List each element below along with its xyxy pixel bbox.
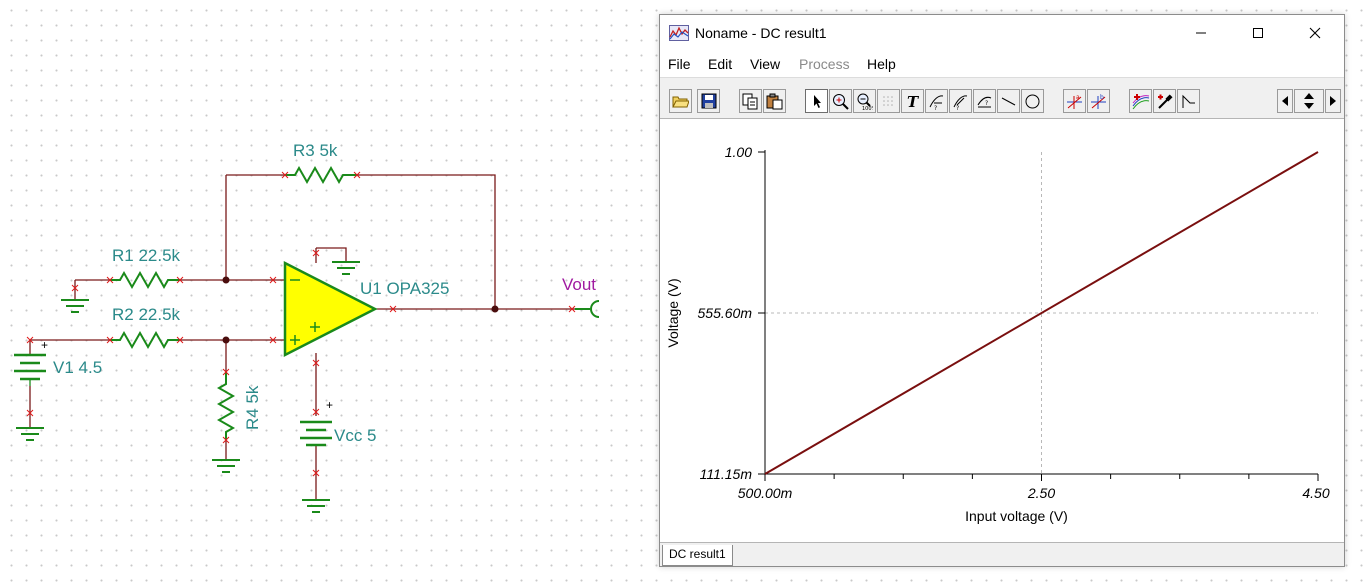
scroll-updown-button[interactable] <box>1294 89 1324 113</box>
circle-button[interactable] <box>1021 89 1044 113</box>
schematic-canvas[interactable]: + + R3 5k R1 22.5k R2 22.5k U1 OPA325 V1… <box>0 0 655 587</box>
r1-label: R1 22.5k <box>112 246 181 265</box>
minimize-button[interactable] <box>1172 15 1229 51</box>
grid-button[interactable] <box>877 89 900 113</box>
r3-label: R3 5k <box>293 141 338 160</box>
curve-add-button[interactable] <box>1129 89 1152 113</box>
svg-text:?: ? <box>934 105 937 110</box>
opamp-u1[interactable] <box>283 260 378 358</box>
pointer-icon <box>813 95 821 108</box>
resistor-r1[interactable] <box>110 270 180 290</box>
curve-add-icon <box>1132 93 1149 109</box>
vout-terminal[interactable] <box>575 300 600 318</box>
y-tick-label: 111.15m <box>700 466 753 482</box>
open-icon <box>672 96 689 107</box>
scroll-right-icon <box>1330 96 1336 106</box>
cursor-b-icon: b <box>1091 94 1106 109</box>
r2-label: R2 22.5k <box>112 305 181 324</box>
save-button[interactable] <box>697 89 720 113</box>
maximize-button[interactable] <box>1229 15 1286 51</box>
label-curve-button[interactable]: ? <box>925 89 948 113</box>
maximize-icon <box>1252 28 1263 38</box>
menu-bar: File Edit View Process Help <box>660 51 1344 77</box>
paste-button[interactable] <box>763 89 786 113</box>
x-tick-label: 4.50 <box>1302 485 1329 501</box>
close-button[interactable] <box>1286 15 1343 51</box>
battery-vcc[interactable] <box>300 420 332 447</box>
paste-icon <box>766 93 783 109</box>
text-icon: T <box>907 93 920 109</box>
u1-label: U1 OPA325 <box>360 279 449 298</box>
scroll-updown-icon <box>1304 93 1314 109</box>
resistor-r4[interactable] <box>216 372 236 440</box>
text-button[interactable]: T <box>901 89 924 113</box>
plot-area[interactable]: 500.00m 2.50 4.50 1.00 555.60m 111.15m Input v… <box>660 119 1344 542</box>
y-tick-label: 555.60m <box>698 305 753 321</box>
circle-icon <box>1025 94 1040 108</box>
waveform-icon <box>1182 94 1195 108</box>
svg-text:100%: 100% <box>862 106 873 110</box>
zoom-100-icon: 100% <box>857 93 873 110</box>
vout-label: Vout <box>562 275 596 294</box>
open-button[interactable] <box>669 89 692 113</box>
result-tab[interactable]: DC result1 <box>662 545 733 566</box>
label-curve-2-button[interactable]: ? <box>949 89 972 113</box>
scroll-left-button[interactable] <box>1277 89 1293 113</box>
resistor-r3[interactable] <box>285 165 357 185</box>
dc-chart[interactable]: 500.00m 2.50 4.50 1.00 555.60m 111.15m Input v… <box>660 119 1344 542</box>
toolbar: 100% T ? ? ? a b <box>660 77 1344 119</box>
menu-help[interactable]: Help <box>867 56 896 72</box>
svg-text:?: ? <box>956 105 959 110</box>
x-tick-label: 2.50 <box>1027 485 1055 501</box>
cursor-a-button[interactable]: a <box>1063 89 1086 113</box>
svg-text:+: + <box>41 338 48 352</box>
y-axis-label: Voltage (V) <box>665 278 681 347</box>
window-title: Noname - DC result1 <box>695 25 827 41</box>
x-axis-label: Input voltage (V) <box>965 508 1068 524</box>
scroll-right-button[interactable] <box>1325 89 1341 113</box>
zoom-100-button[interactable]: 100% <box>853 89 876 113</box>
label-axis-icon: ? <box>977 96 992 107</box>
scroll-left-icon <box>1282 96 1288 106</box>
zoom-in-icon <box>833 93 849 110</box>
svg-text:b: b <box>1100 94 1104 101</box>
vcc-label: Vcc 5 <box>334 426 377 445</box>
label-curve-icon: ? <box>929 94 944 110</box>
label-axis-button[interactable]: ? <box>973 89 996 113</box>
v1-label: V1 4.5 <box>53 358 102 377</box>
app-icon <box>669 25 689 41</box>
resistor-r2[interactable] <box>110 330 180 350</box>
title-bar[interactable]: Noname - DC result1 <box>660 15 1344 51</box>
copy-button[interactable] <box>739 89 762 113</box>
r4-label: R4 5k <box>243 385 262 430</box>
label-curve-2-icon: ? <box>953 94 968 110</box>
menu-file[interactable]: File <box>668 56 691 72</box>
cursor-a-icon: a <box>1067 94 1082 109</box>
color-picker-button[interactable] <box>1153 89 1176 113</box>
grid-icon <box>883 95 893 106</box>
x-tick-label: 500.00m <box>738 485 793 501</box>
svg-text:+: + <box>326 398 333 412</box>
status-bar: DC result1 <box>660 542 1344 566</box>
minimize-icon <box>1195 32 1206 34</box>
battery-v1[interactable] <box>14 353 46 386</box>
dc-result-window: Noname - DC result1 File Edit View Proce… <box>659 14 1345 567</box>
line-icon <box>1001 97 1016 105</box>
menu-process[interactable]: Process <box>799 56 850 72</box>
svg-text:?: ? <box>985 100 988 107</box>
svg-text:T: T <box>907 93 920 109</box>
zoom-in-button[interactable] <box>829 89 852 113</box>
menu-view[interactable]: View <box>750 56 780 72</box>
line-button[interactable] <box>997 89 1020 113</box>
close-icon <box>1309 27 1320 39</box>
svg-text:a: a <box>1076 94 1080 101</box>
save-icon <box>701 93 716 109</box>
copy-icon <box>742 93 758 109</box>
y-tick-label: 1.00 <box>725 144 752 160</box>
menu-edit[interactable]: Edit <box>708 56 732 72</box>
waveform-button[interactable] <box>1177 89 1200 113</box>
pointer-button[interactable] <box>805 89 828 113</box>
color-picker-icon <box>1158 93 1173 109</box>
cursor-b-button[interactable]: b <box>1087 89 1110 113</box>
